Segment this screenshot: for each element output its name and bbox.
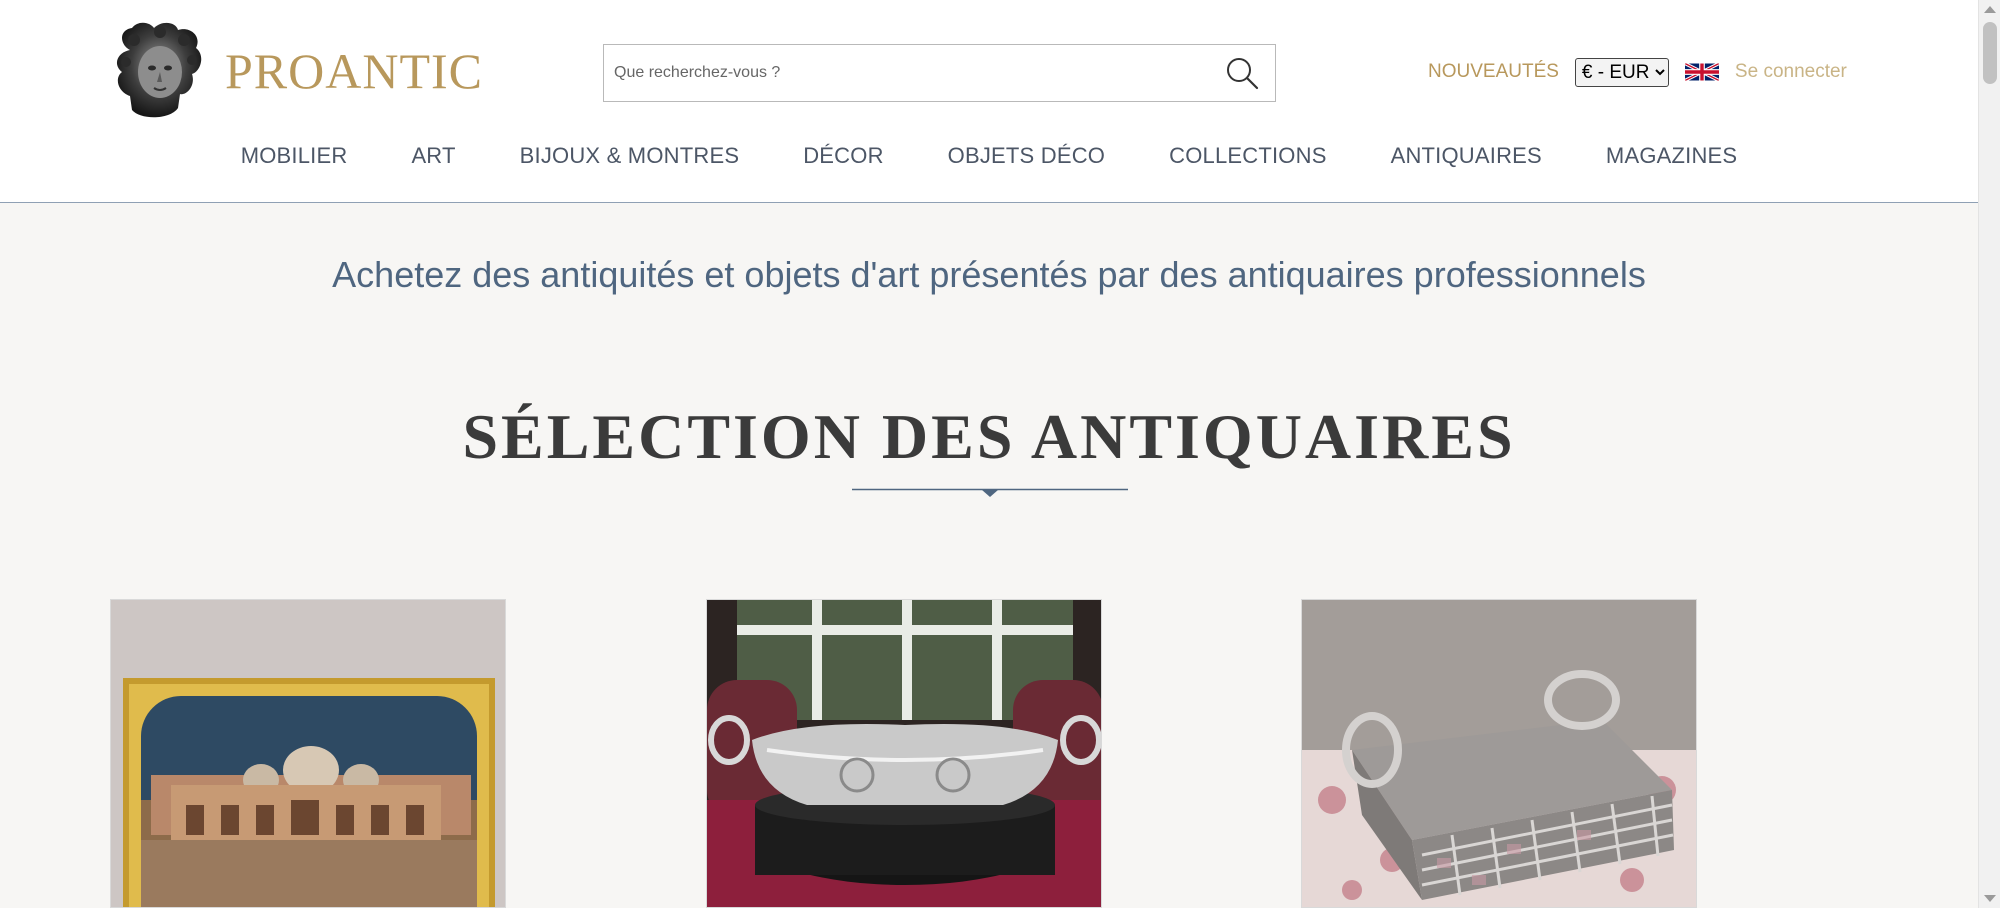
- nav-item-bijoux-montres[interactable]: BIJOUX & MONTRES: [520, 143, 740, 169]
- scroll-thumb[interactable]: [1983, 22, 1997, 84]
- logo-bust-icon: [116, 22, 202, 118]
- basket-image: [1302, 600, 1696, 907]
- nav-item-antiquaires[interactable]: ANTIQUAIRES: [1391, 143, 1542, 169]
- nav-item-decor[interactable]: DÉCOR: [803, 143, 883, 169]
- nav-item-mobilier[interactable]: MOBILIER: [241, 143, 348, 169]
- scroll-up-arrow-icon[interactable]: [1984, 6, 1996, 13]
- product-card-jardiniere[interactable]: [706, 599, 1102, 908]
- search-bar: [603, 44, 1276, 102]
- new-items-link[interactable]: NOUVEAUTÉS: [1428, 61, 1559, 83]
- nav-item-objets-deco[interactable]: OBJETS DÉCO: [948, 143, 1105, 169]
- product-card-basket[interactable]: [1301, 599, 1697, 908]
- login-link[interactable]: Se connecter: [1735, 61, 1847, 83]
- title-divider: [852, 488, 1128, 497]
- nav-item-collections[interactable]: COLLECTIONS: [1169, 143, 1326, 169]
- logo-text: PROANTIC: [225, 43, 484, 99]
- site-header: PROANTIC NOUVEAUTÉS € - EUR Se connecter…: [0, 0, 1978, 203]
- product-card-painting[interactable]: [110, 599, 506, 908]
- header-actions: NOUVEAUTÉS € - EUR Se connecter: [1428, 56, 1847, 88]
- uk-flag-icon[interactable]: [1684, 60, 1719, 84]
- page-scrollbar[interactable]: [1978, 0, 2000, 908]
- scroll-down-arrow-icon[interactable]: [1984, 895, 1996, 902]
- search-icon[interactable]: [1225, 56, 1259, 90]
- search-input[interactable]: [614, 45, 1204, 101]
- currency-select[interactable]: € - EUR: [1574, 57, 1669, 87]
- main-nav: MOBILIER ART BIJOUX & MONTRES DÉCOR OBJE…: [0, 143, 1978, 169]
- jardiniere-image: [707, 600, 1101, 907]
- section-title: SÉLECTION DES ANTIQUAIRES: [462, 401, 1516, 472]
- painting-image: [111, 600, 505, 907]
- tagline: Achetez des antiquités et objets d'art p…: [332, 254, 1646, 295]
- logo-link[interactable]: PROANTIC: [110, 20, 483, 122]
- nav-item-art[interactable]: ART: [411, 143, 455, 169]
- nav-item-magazines[interactable]: MAGAZINES: [1606, 143, 1737, 169]
